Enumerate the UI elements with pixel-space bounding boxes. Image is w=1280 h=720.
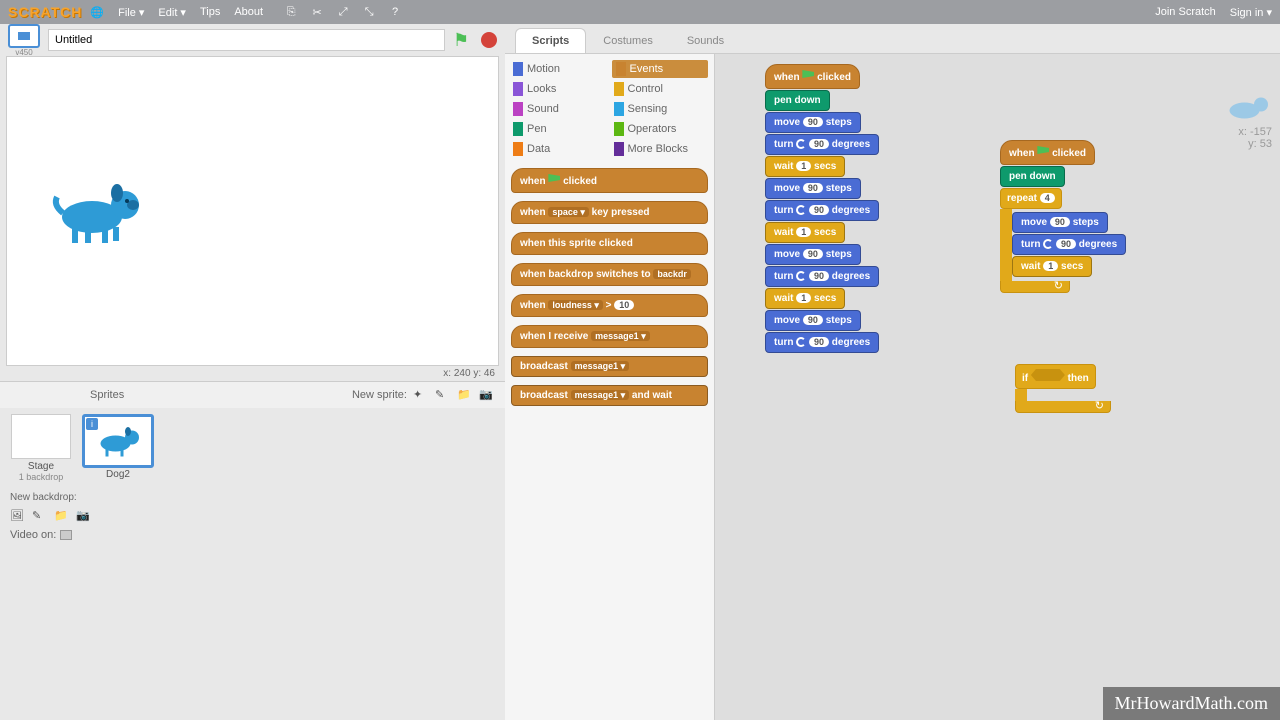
block-wait[interactable]: wait 1 secs xyxy=(765,288,845,309)
block-when-backdrop-switches[interactable]: when backdrop switches to backdr xyxy=(511,263,708,286)
block-if-then[interactable]: if then xyxy=(1015,364,1111,413)
block-move[interactable]: move 90 steps xyxy=(765,178,861,199)
project-title-input[interactable] xyxy=(48,29,445,51)
mouse-coords: x: 240 y: 46 xyxy=(0,366,505,381)
video-on-label: Video on: xyxy=(10,529,56,541)
stop-icon[interactable] xyxy=(481,32,497,48)
globe-icon[interactable]: 🌐 xyxy=(90,6,104,19)
category-looks[interactable]: Looks xyxy=(511,80,608,98)
block-move[interactable]: move 90 steps xyxy=(765,112,861,133)
sprite-on-stage[interactable] xyxy=(47,177,147,247)
tab-scripts[interactable]: Scripts xyxy=(515,28,586,53)
backdrop-camera-icon[interactable]: 📷 xyxy=(76,509,92,523)
block-pen-down[interactable]: pen down xyxy=(765,90,830,111)
green-flag-icon[interactable]: ⚑ xyxy=(453,30,473,50)
menu-file[interactable]: File ▾ xyxy=(118,6,144,19)
block-repeat-end[interactable] xyxy=(1000,281,1070,293)
category-pen[interactable]: Pen xyxy=(511,120,608,138)
backdrop-paint-icon[interactable]: ✎ xyxy=(32,509,48,523)
sprites-label: Sprites xyxy=(90,389,124,401)
category-control[interactable]: Control xyxy=(612,80,709,98)
menu-bar: SCRATCH 🌐 File ▾ Edit ▾ Tips About ⎘ ✂ ⤢… xyxy=(0,0,1280,24)
block-wait[interactable]: wait 1 secs xyxy=(765,156,845,177)
camera-icon[interactable]: 📷 xyxy=(479,388,495,402)
video-toggle[interactable] xyxy=(60,530,72,540)
sprite-thumbnail-dog2[interactable]: i Dog2 xyxy=(82,414,154,482)
block-wait[interactable]: wait 1 secs xyxy=(765,222,845,243)
block-hat[interactable]: when clicked xyxy=(765,64,860,89)
menu-about[interactable]: About xyxy=(234,6,263,18)
duplicate-icon[interactable]: ⎘ xyxy=(283,4,299,20)
block-repeat[interactable]: repeat 4 xyxy=(1000,188,1062,209)
block-turn[interactable]: turn 90 degrees xyxy=(765,266,879,287)
script-area[interactable]: x: -157 y: 53 when clickedpen downmove 9… xyxy=(715,54,1280,720)
paint-icon[interactable]: ✎ xyxy=(435,388,451,402)
menu-edit[interactable]: Edit ▾ xyxy=(158,6,186,19)
category-events[interactable]: Events xyxy=(612,60,709,78)
block-turn[interactable]: turn 90 degrees xyxy=(765,332,879,353)
stage-thumbnail[interactable]: Stage 1 backdrop xyxy=(6,414,76,482)
block-move[interactable]: move 90 steps xyxy=(1012,212,1108,233)
category-sensing[interactable]: Sensing xyxy=(612,100,709,118)
block-turn[interactable]: turn 90 degrees xyxy=(1012,234,1126,255)
fullscreen-icon[interactable] xyxy=(8,24,40,48)
category-data[interactable]: Data xyxy=(511,140,608,158)
block-when-loudness[interactable]: when loudness ▾ > 10 xyxy=(511,294,708,317)
category-motion[interactable]: Motion xyxy=(511,60,608,78)
block-broadcast-wait[interactable]: broadcast message1 ▾ and wait xyxy=(511,385,708,406)
block-pen-down[interactable]: pen down xyxy=(1000,166,1065,187)
backdrop-library-icon[interactable]: 🖼 xyxy=(10,509,26,523)
help-icon[interactable]: ? xyxy=(387,4,403,20)
new-sprite-label: New sprite: xyxy=(352,389,407,401)
block-palette: MotionEventsLooksControlSoundSensingPenO… xyxy=(505,54,715,720)
stage-area[interactable] xyxy=(6,56,499,366)
editor-tabs: Scripts Costumes Sounds xyxy=(505,24,1280,54)
scratch-logo[interactable]: SCRATCH xyxy=(8,4,82,20)
new-backdrop-label: New backdrop: xyxy=(0,488,505,507)
block-when-flag-clicked[interactable]: when clicked xyxy=(511,168,708,193)
category-operators[interactable]: Operators xyxy=(612,120,709,138)
sprite-info-panel: x: -157 y: 53 xyxy=(1222,90,1272,150)
block-turn[interactable]: turn 90 degrees xyxy=(765,134,879,155)
script-stack-2[interactable]: when clicked pen down repeat 4 move 90 s… xyxy=(1000,140,1126,293)
grow-icon[interactable]: ⤢ xyxy=(335,4,351,20)
library-icon[interactable]: ✦ xyxy=(413,388,429,402)
block-move[interactable]: move 90 steps xyxy=(765,310,861,331)
tab-sounds[interactable]: Sounds xyxy=(670,28,741,53)
block-wait[interactable]: wait 1 secs xyxy=(1012,256,1092,277)
category-more-blocks[interactable]: More Blocks xyxy=(612,140,709,158)
upload-icon[interactable]: 📁 xyxy=(457,388,473,402)
block-move[interactable]: move 90 steps xyxy=(765,244,861,265)
block-turn[interactable]: turn 90 degrees xyxy=(765,200,879,221)
shrink-icon[interactable]: ⤡ xyxy=(361,4,377,20)
category-sound[interactable]: Sound xyxy=(511,100,608,118)
join-link[interactable]: Join Scratch xyxy=(1155,6,1216,18)
menu-tips[interactable]: Tips xyxy=(200,6,220,18)
block-when-sprite-clicked[interactable]: when this sprite clicked xyxy=(511,232,708,255)
tab-costumes[interactable]: Costumes xyxy=(586,28,670,53)
script-stack-1[interactable]: when clickedpen downmove 90 stepsturn 90… xyxy=(765,64,879,354)
block-hat[interactable]: when clicked xyxy=(1000,140,1095,165)
watermark: MrHowardMath.com xyxy=(1103,687,1280,720)
block-broadcast[interactable]: broadcast message1 ▾ xyxy=(511,356,708,377)
signin-link[interactable]: Sign in ▾ xyxy=(1230,6,1272,19)
sprite-info-icon[interactable]: i xyxy=(86,418,98,430)
block-when-key-pressed[interactable]: when space ▾ key pressed xyxy=(511,201,708,224)
delete-icon[interactable]: ✂ xyxy=(309,4,325,20)
backdrop-upload-icon[interactable]: 📁 xyxy=(54,509,70,523)
block-when-i-receive[interactable]: when I receive message1 ▾ xyxy=(511,325,708,348)
